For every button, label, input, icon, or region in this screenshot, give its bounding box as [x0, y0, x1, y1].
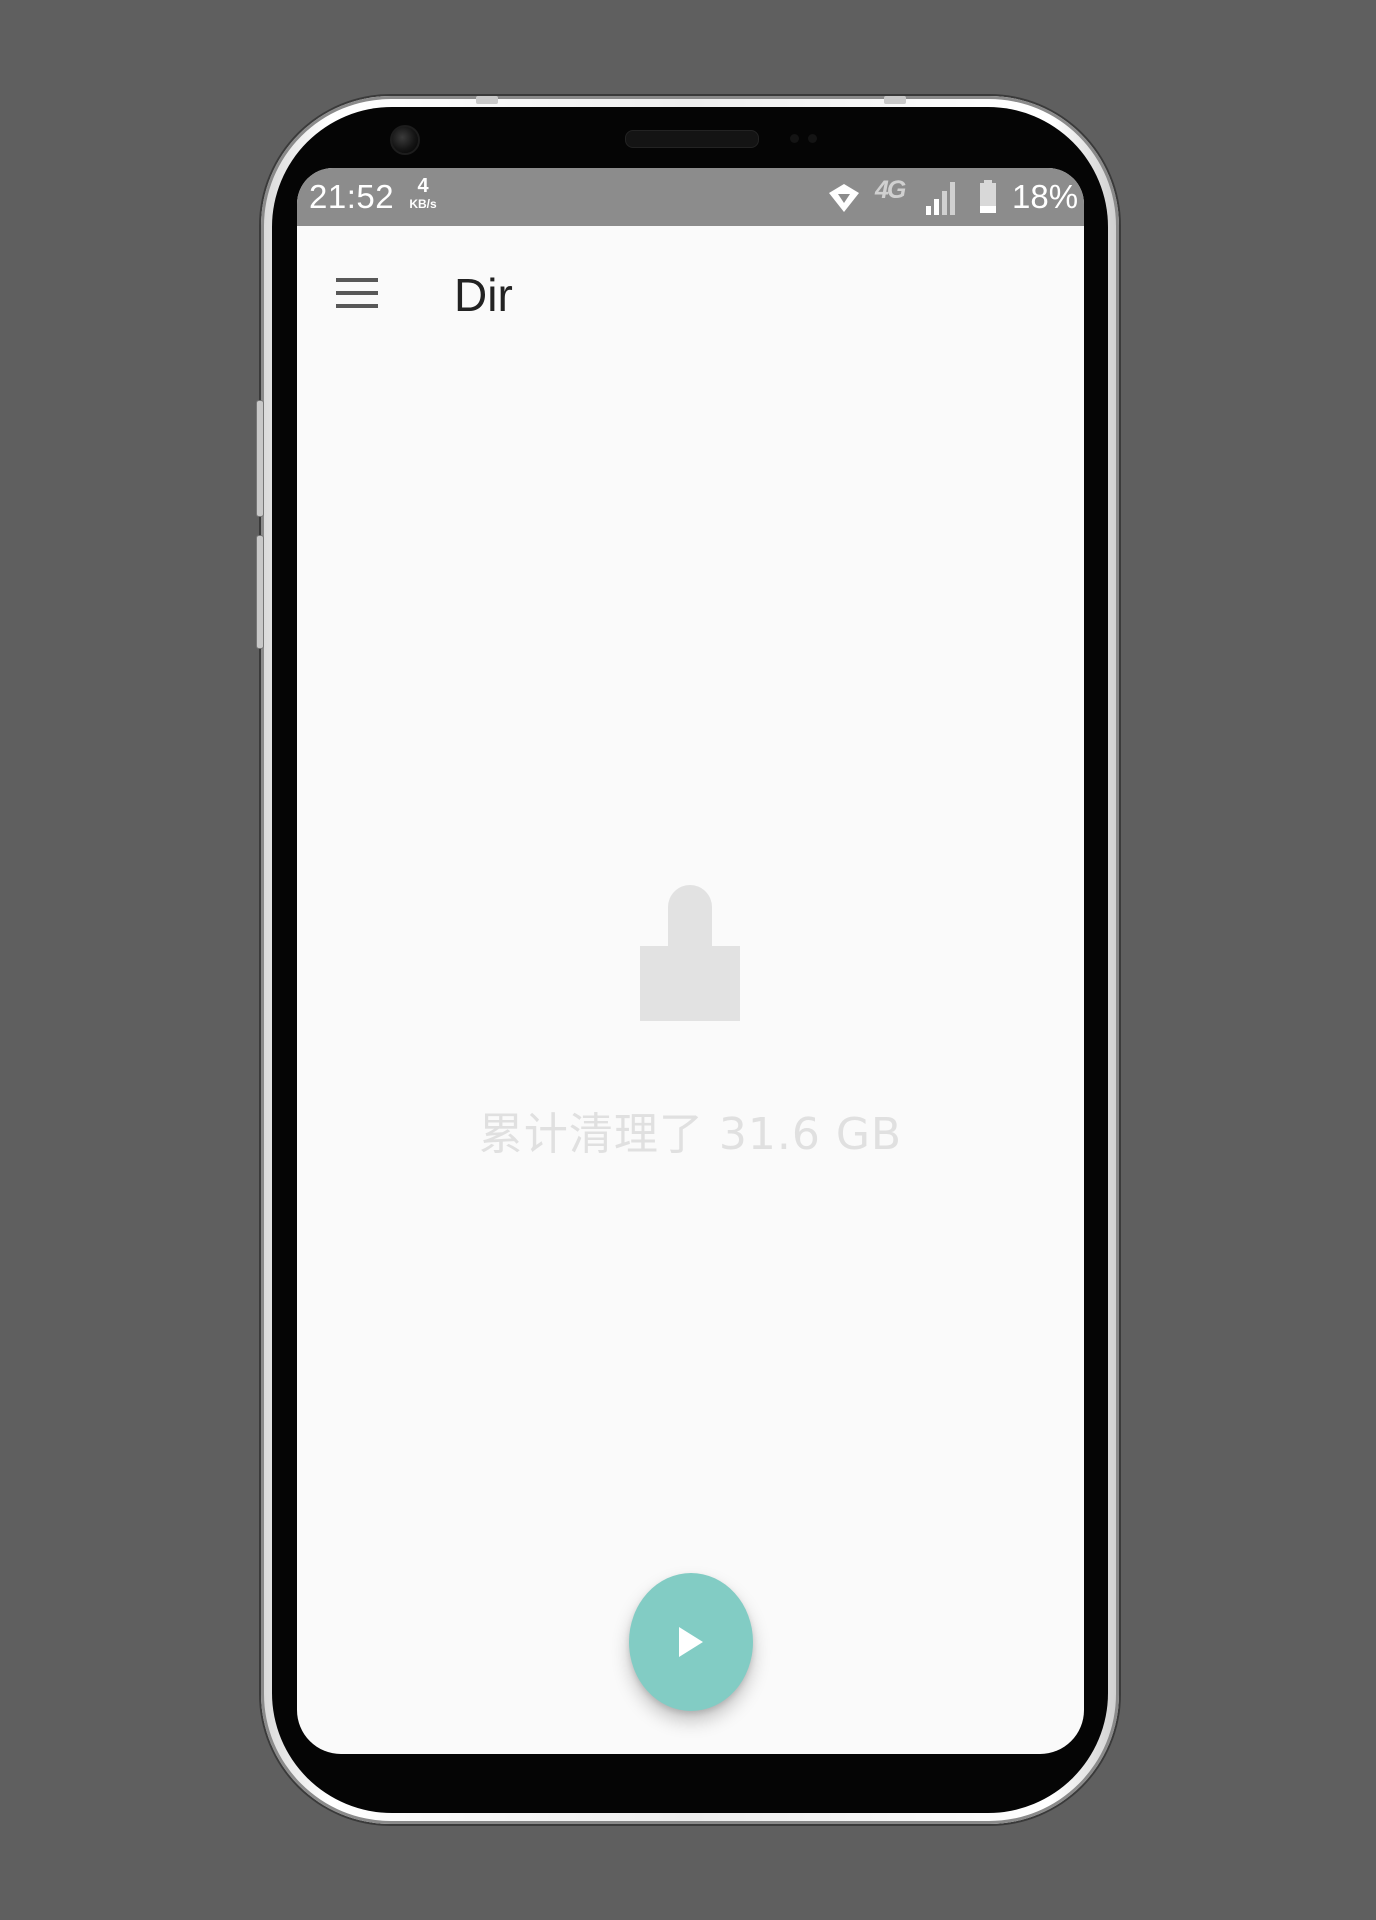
lte-icon: 4G [875, 176, 906, 204]
page-title: Dir [454, 269, 513, 321]
status-bar: 21:52 4 KB/s 4G 18% [297, 168, 1084, 226]
hamburger-menu-icon[interactable] [336, 278, 378, 310]
antenna-line [476, 96, 498, 104]
earpiece-speaker [625, 130, 759, 148]
front-camera [390, 125, 420, 155]
signal-icon [925, 180, 959, 220]
cleaned-total-message: 累计清理了 31.6 GB [478, 1109, 903, 1160]
play-icon [679, 1627, 703, 1657]
network-speed-unit: KB/s [409, 197, 437, 211]
antenna-line [884, 96, 906, 104]
network-speed-value: 4 [417, 175, 429, 197]
light-sensor [808, 134, 817, 143]
broom-icon [640, 885, 740, 1021]
start-clean-button[interactable] [629, 1573, 753, 1711]
status-time: 21:52 [309, 178, 395, 215]
vpn-key-icon [827, 182, 861, 218]
volume-down-button [256, 535, 264, 649]
battery-percent: 18% [1012, 178, 1079, 215]
proximity-sensor [790, 134, 799, 143]
network-speed: 4 KB/s [405, 176, 441, 210]
phone-screen: 21:52 4 KB/s 4G 18% Dir 累计清理了 31.6 GB [297, 168, 1084, 1754]
app-bar: Dir [297, 226, 1084, 356]
battery-icon [979, 180, 997, 218]
volume-up-button [256, 400, 264, 517]
